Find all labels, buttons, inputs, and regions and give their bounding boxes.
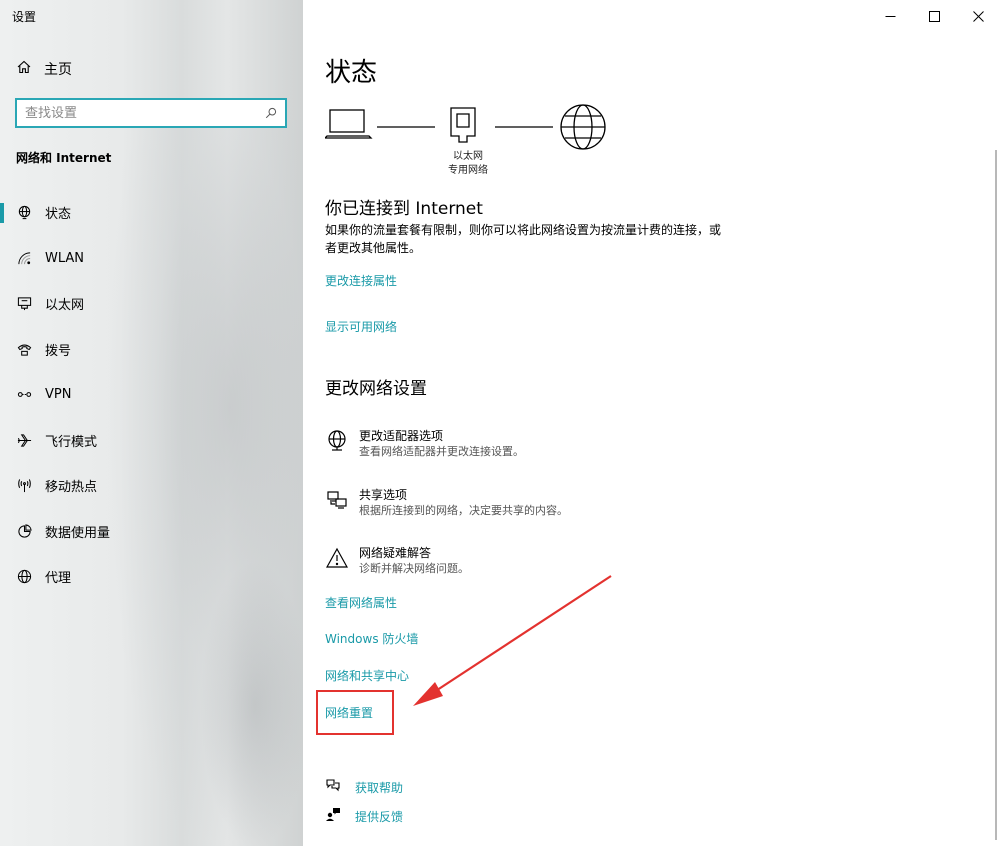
sidebar-item-hotspot[interactable]: 移动热点	[0, 463, 303, 509]
sidebar-item-dialup[interactable]: 拨号	[0, 327, 303, 373]
sidebar-item-airplane[interactable]: 飞行模式	[0, 418, 303, 464]
proxy-globe-icon	[16, 569, 32, 585]
main-content: 状态 以太网 专用网络 你已连接到 Internet 如果你的流量套餐有限制，则…	[303, 0, 1000, 846]
option-text: 共享选项 根据所连接到的网络，决定要共享的内容。	[359, 487, 568, 519]
section-title: 网络和 Internet	[16, 151, 112, 165]
window-controls	[868, 0, 1000, 32]
sidebar-item-wlan[interactable]: WLAN	[0, 236, 303, 282]
diagram-adapter-name: 以太网	[453, 151, 483, 162]
annotation-highlight-box	[316, 690, 394, 735]
search-icon[interactable]	[265, 104, 277, 123]
dialup-phone-icon	[16, 341, 32, 357]
maximize-button[interactable]	[912, 0, 956, 32]
sidebar-item-vpn[interactable]: VPN	[0, 372, 303, 418]
change-connection-properties-link[interactable]: 更改连接属性	[325, 272, 397, 289]
sidebar-item-label: 状态	[45, 207, 72, 223]
show-available-networks-link[interactable]: 显示可用网络	[325, 318, 397, 335]
help-chat-icon	[325, 777, 341, 797]
option-title: 更改适配器选项	[359, 429, 444, 443]
option-description: 根据所连接到的网络，决定要共享的内容。	[359, 504, 568, 517]
sidebar-item-status[interactable]: 状态	[0, 190, 303, 236]
sidebar-item-proxy[interactable]: 代理	[0, 554, 303, 600]
option-description: 查看网络适配器并更改连接设置。	[359, 445, 524, 458]
diagram-network-type: 专用网络	[448, 165, 488, 176]
sidebar-item-label: 数据使用量	[45, 525, 111, 541]
ethernet-port-icon	[450, 107, 476, 143]
close-icon	[972, 10, 984, 22]
sidebar: 设置 主页 网络和 Internet 状态 WLAN	[0, 0, 303, 846]
search-input[interactable]	[25, 105, 265, 121]
sidebar-nav: 状态 WLAN 以太网 拨号 VPN 飞行模式 移动热点 数据使用量 代理	[0, 190, 303, 600]
status-globe-icon	[16, 205, 32, 221]
get-help-link[interactable]: 获取帮助	[355, 779, 403, 796]
sidebar-item-label: 拨号	[45, 343, 72, 359]
adapter-globe-icon	[325, 428, 349, 454]
network-sharing-center-link[interactable]: 网络和共享中心	[325, 667, 409, 684]
minimize-button[interactable]	[868, 0, 912, 32]
warning-icon	[325, 545, 349, 571]
view-network-properties-link[interactable]: 查看网络属性	[325, 594, 397, 611]
annotation-arrow-icon	[413, 575, 612, 706]
home-icon	[16, 59, 32, 79]
close-button[interactable]	[956, 0, 1000, 32]
data-usage-icon	[16, 523, 32, 539]
get-help-item[interactable]: 获取帮助	[325, 777, 403, 797]
sidebar-item-label: 移动热点	[45, 480, 98, 496]
sidebar-item-data-usage[interactable]: 数据使用量	[0, 509, 303, 555]
feedback-item[interactable]: 提供反馈	[325, 806, 403, 826]
sharing-options[interactable]: 共享选项 根据所连接到的网络，决定要共享的内容。	[325, 487, 568, 519]
connection-status-title: 你已连接到 Internet	[325, 199, 483, 219]
laptop-icon	[325, 109, 373, 139]
wifi-icon	[16, 250, 32, 266]
sidebar-item-label: 飞行模式	[45, 434, 98, 450]
sidebar-item-label: VPN	[45, 387, 72, 403]
internet-globe-icon	[560, 104, 606, 150]
feedback-link[interactable]: 提供反馈	[355, 808, 403, 825]
app-title: 设置	[12, 10, 37, 24]
feedback-person-icon	[325, 806, 341, 826]
maximize-icon	[928, 10, 940, 22]
option-text: 更改适配器选项 查看网络适配器并更改连接设置。	[359, 428, 524, 460]
search-box[interactable]	[15, 98, 287, 128]
home-label: 主页	[44, 62, 72, 78]
connection-status-description: 如果你的流量套餐有限制，则你可以将此网络设置为按流量计费的连接，或者更改其他属性…	[325, 223, 722, 255]
change-network-settings-heading: 更改网络设置	[325, 379, 427, 399]
ethernet-icon	[16, 296, 32, 312]
sidebar-item-label: 代理	[45, 571, 72, 587]
sharing-icon	[325, 487, 349, 513]
home-nav-item[interactable]: 主页	[16, 58, 72, 80]
vpn-icon	[16, 387, 32, 403]
sidebar-item-label: WLAN	[45, 250, 85, 266]
sidebar-item-label: 以太网	[45, 298, 85, 314]
airplane-icon	[16, 432, 32, 448]
diagram-label: 以太网 专用网络	[438, 150, 498, 178]
scrollbar[interactable]	[995, 150, 997, 840]
option-title: 共享选项	[359, 488, 408, 502]
change-adapter-options[interactable]: 更改适配器选项 查看网络适配器并更改连接设置。	[325, 428, 524, 460]
hotspot-icon	[16, 478, 32, 494]
sidebar-item-ethernet[interactable]: 以太网	[0, 281, 303, 327]
minimize-icon	[885, 15, 895, 17]
page-title: 状态	[325, 58, 378, 88]
option-title: 网络疑难解答	[359, 546, 432, 560]
